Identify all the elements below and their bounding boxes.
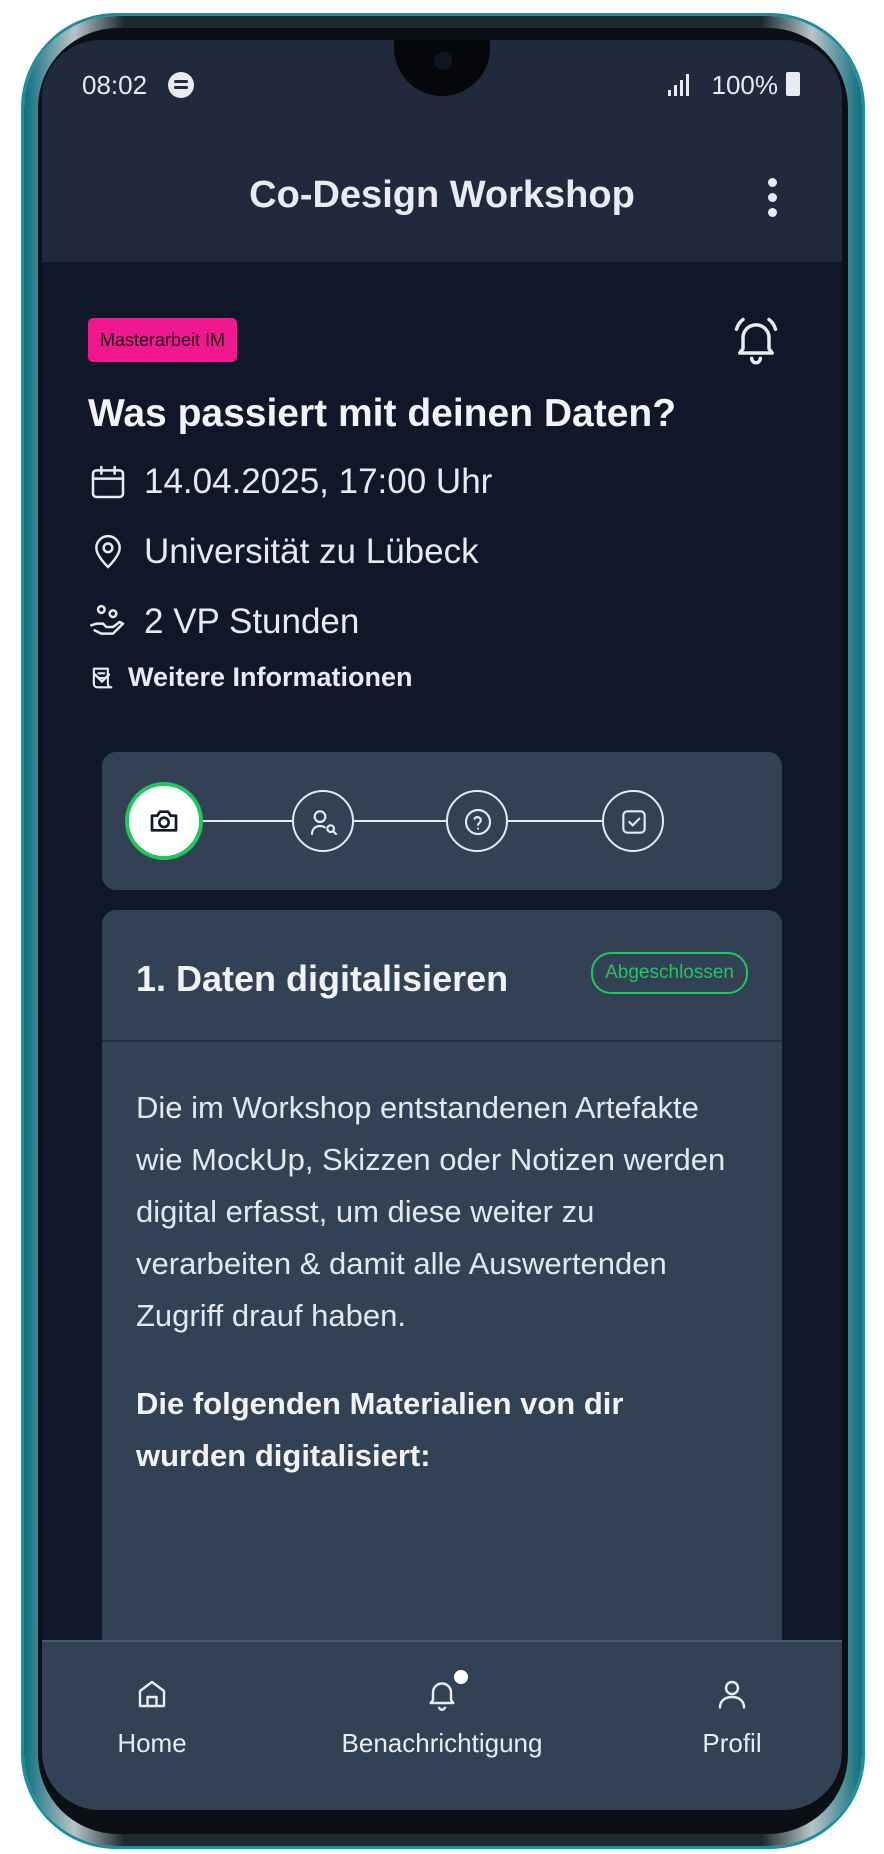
event-credits: 2 VP Stunden bbox=[144, 602, 360, 641]
event-location: Universität zu Lübeck bbox=[144, 532, 479, 571]
step-detail-card: 1. Daten digitalisieren Abgeschlossen Di… bbox=[102, 910, 782, 1670]
nav-notifications-label: Benachrichtigung bbox=[341, 1728, 543, 1758]
help-circle-icon bbox=[464, 808, 492, 836]
app-bar: Co-Design Workshop bbox=[42, 128, 842, 262]
stepper-connector bbox=[508, 820, 602, 822]
more-info-accordion[interactable]: Weitere Informationen bbox=[88, 660, 802, 700]
location-pin-icon bbox=[95, 535, 121, 569]
battery-percentage: 100% bbox=[711, 70, 779, 100]
status-bar: 08:02 100% bbox=[42, 40, 842, 128]
nav-profile-label: Profil bbox=[702, 1728, 762, 1758]
more-info-label: Weitere Informationen bbox=[128, 662, 413, 692]
more-options-icon[interactable] bbox=[768, 178, 778, 222]
page-title: Co-Design Workshop bbox=[249, 174, 635, 216]
step-title: 1. Daten digitalisieren bbox=[136, 958, 509, 999]
status-time: 08:02 bbox=[82, 70, 148, 100]
camera-icon bbox=[150, 810, 178, 832]
home-icon bbox=[138, 1680, 166, 1708]
calendar-icon bbox=[91, 465, 125, 499]
camera-notch bbox=[394, 40, 490, 96]
app-screen: 08:02 100% Co-Design Workshop Masterarbe… bbox=[42, 40, 842, 1810]
step-1-digitalize[interactable] bbox=[125, 782, 203, 860]
nav-home[interactable]: Home bbox=[42, 1676, 262, 1759]
materials-heading: Die folgenden Materialien von dir wurden… bbox=[136, 1386, 624, 1473]
checkbox-icon bbox=[622, 810, 646, 834]
progress-stepper bbox=[102, 752, 782, 890]
card-divider bbox=[102, 1040, 782, 1042]
main-content: Masterarbeit IM Was passiert mit deinen … bbox=[42, 262, 842, 1670]
status-badge: Abgeschlossen bbox=[591, 952, 748, 994]
step-4-complete[interactable] bbox=[602, 790, 664, 852]
step-description: Die im Workshop entstandenen Artefakte w… bbox=[136, 1090, 726, 1333]
step-3-questions[interactable] bbox=[446, 790, 508, 852]
nav-home-label: Home bbox=[117, 1728, 187, 1758]
nav-notifications[interactable]: Benachrichtigung bbox=[332, 1670, 552, 1759]
spotify-icon bbox=[168, 72, 194, 98]
battery-icon bbox=[786, 72, 800, 96]
notification-badge-dot bbox=[454, 1670, 468, 1684]
event-date: 14.04.2025, 17:00 Uhr bbox=[144, 462, 493, 501]
front-camera bbox=[434, 52, 452, 70]
user-search-icon bbox=[310, 810, 338, 836]
alarm-bell-icon[interactable] bbox=[730, 314, 782, 366]
stepper-connector bbox=[354, 820, 446, 822]
signal-icon bbox=[668, 74, 692, 96]
event-title: Was passiert mit deinen Daten? bbox=[88, 392, 677, 435]
category-tag: Masterarbeit IM bbox=[88, 318, 238, 362]
nav-profile[interactable]: Profil bbox=[622, 1676, 842, 1759]
step-2-analysis[interactable] bbox=[292, 790, 354, 852]
chevron-down-icon bbox=[93, 673, 111, 684]
bottom-navigation: Home Benachrichtigung Profil bbox=[42, 1640, 842, 1810]
hand-coins-icon bbox=[90, 604, 125, 635]
user-icon bbox=[718, 1680, 746, 1709]
stepper-connector bbox=[203, 820, 292, 822]
